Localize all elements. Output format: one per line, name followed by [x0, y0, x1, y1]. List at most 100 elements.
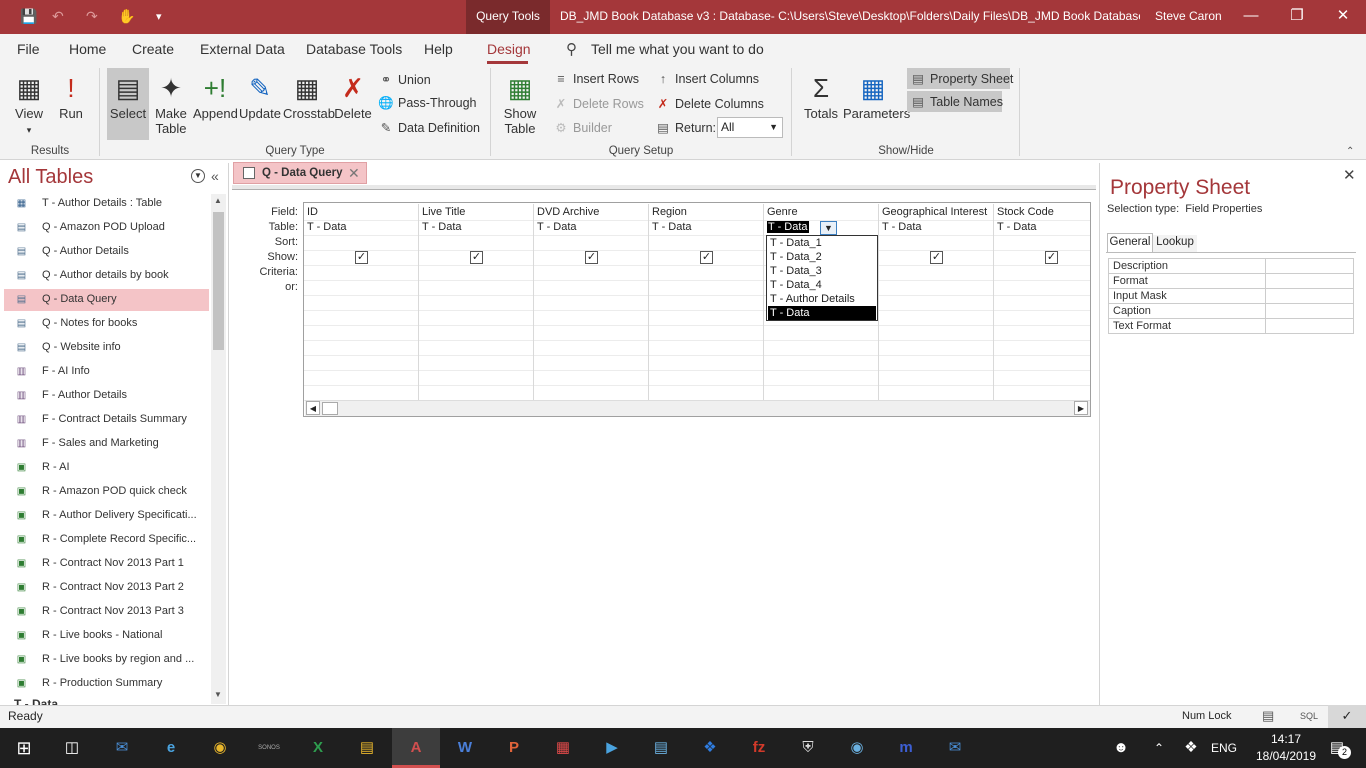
shutter-bar-close-icon[interactable]: «	[211, 168, 219, 184]
field-cell[interactable]: ID	[307, 206, 418, 218]
data-definition-button[interactable]: ✎ Data Definition	[378, 120, 480, 135]
access-taskbar-button[interactable]: A	[392, 728, 440, 768]
show-checkbox[interactable]: ✓	[1045, 251, 1058, 264]
datasheet-view-icon[interactable]: ▤	[1262, 708, 1274, 724]
crosstab-button[interactable]: ▦ Crosstab	[283, 70, 335, 121]
table-cell[interactable]: T - Data	[652, 221, 692, 233]
acrobat-taskbar-button[interactable]: ▦	[539, 728, 587, 768]
nav-item[interactable]: ▥ F - Sales and Marketing	[4, 433, 209, 455]
delete-rows-button[interactable]: ✗ Delete Rows	[553, 96, 644, 111]
grid-horizontal-scrollbar[interactable]: ◀ ▶	[305, 400, 1090, 416]
tab-external-data[interactable]: External Data	[200, 41, 285, 57]
nav-item[interactable]: ▣ R - Contract Nov 2013 Part 3	[4, 601, 209, 623]
dropdown-option[interactable]: T - Data_2	[768, 250, 876, 264]
tab-database-tools[interactable]: Database Tools	[306, 41, 402, 57]
nav-item[interactable]: ▤ Q - Notes for books	[4, 313, 209, 335]
table-cell[interactable]: T - Data	[997, 221, 1037, 233]
dropbox-taskbar-button[interactable]: ❖	[686, 728, 734, 768]
select-button[interactable]: ▤ Select	[107, 68, 149, 140]
dropdown-option[interactable]: T - Data	[768, 306, 876, 320]
show-checkbox[interactable]: ✓	[700, 251, 713, 264]
restore-button[interactable]: ❐	[1274, 0, 1320, 32]
totals-button[interactable]: Σ Totals	[803, 70, 839, 121]
tab-file[interactable]: File	[17, 41, 40, 57]
crest-taskbar-button[interactable]: ⛨	[784, 728, 832, 768]
table-dropdown-button[interactable]: ▼	[820, 221, 837, 235]
show-table-button[interactable]: ▦ Show Table	[500, 70, 540, 136]
property-row[interactable]: Input Mask	[1108, 289, 1354, 304]
filezilla-taskbar-button[interactable]: fz	[735, 728, 783, 768]
show-checkbox[interactable]: ✓	[355, 251, 368, 264]
nav-item[interactable]: ▣ R - Contract Nov 2013 Part 2	[4, 577, 209, 599]
delete-button[interactable]: ✗ Delete	[333, 70, 373, 121]
field-cell[interactable]: DVD Archive	[537, 206, 648, 218]
table-names-button[interactable]: ▤ Table Names	[907, 91, 1003, 112]
table-cell[interactable]: T - Data	[307, 221, 347, 233]
nav-item[interactable]: ▣ R - Contract Nov 2013 Part 1	[4, 553, 209, 575]
media-taskbar-button[interactable]: ▶	[588, 728, 636, 768]
word-taskbar-button[interactable]: W	[441, 728, 489, 768]
task-view-button[interactable]: ◫	[48, 728, 96, 768]
dropdown-option[interactable]: T - Data_1	[768, 236, 876, 250]
tab-design[interactable]: Design	[487, 41, 531, 57]
property-row[interactable]: Text Format	[1108, 319, 1354, 334]
dropdown-option[interactable]: T - Data_3	[768, 264, 876, 278]
pass-through-button[interactable]: 🌐 Pass-Through	[378, 96, 476, 111]
nav-item[interactable]: ▣ R - Amazon POD quick check	[4, 481, 209, 503]
close-property-sheet-icon[interactable]: ✕	[1343, 166, 1356, 184]
table-cell[interactable]: T - Data	[422, 221, 462, 233]
nav-scrollbar[interactable]: ▲ ▼	[211, 194, 226, 704]
save-icon[interactable]: 💾	[20, 8, 37, 25]
sql-view-button[interactable]: SQL	[1300, 711, 1318, 721]
powerpoint-taskbar-button[interactable]: P	[490, 728, 538, 768]
tab-help[interactable]: Help	[424, 41, 453, 57]
nav-item[interactable]: ▤ Q - Author Details	[4, 241, 209, 263]
grid-scroll-thumb[interactable]	[322, 402, 338, 415]
people-button[interactable]: ☻	[1106, 728, 1136, 768]
field-cell[interactable]: Geographical Interest	[882, 206, 993, 218]
excel-taskbar-button[interactable]: X	[294, 728, 342, 768]
nav-menu-chevron-icon[interactable]: ▼	[191, 169, 205, 183]
scroll-right-icon[interactable]: ▶	[1074, 401, 1088, 415]
edge-taskbar-button[interactable]: e	[147, 728, 195, 768]
close-window-button[interactable]: ✕	[1320, 0, 1366, 32]
update-button[interactable]: ✎ Update	[238, 70, 282, 121]
tell-me-input[interactable]: Tell me what you want to do	[591, 41, 764, 57]
insert-columns-button[interactable]: ↑ Insert Columns	[655, 72, 759, 86]
user-name[interactable]: Steve Caron	[1155, 0, 1222, 32]
scroll-left-icon[interactable]: ◀	[306, 401, 320, 415]
tab-lookup[interactable]: Lookup	[1153, 235, 1197, 252]
nav-item[interactable]: ▥ F - Contract Details Summary	[4, 409, 209, 431]
chrome-taskbar-button[interactable]: ◉	[196, 728, 244, 768]
nav-item[interactable]: ▣ R - Live books - National	[4, 625, 209, 647]
touch-mode-icon[interactable]: ✋	[118, 8, 135, 25]
tab-general[interactable]: General	[1107, 233, 1153, 252]
clock-date[interactable]: 18/04/2019	[1250, 749, 1322, 763]
outlook-taskbar-button[interactable]: ✉	[98, 728, 146, 768]
show-checkbox[interactable]: ✓	[470, 251, 483, 264]
start-button[interactable]: ⊞	[0, 728, 48, 768]
nav-item[interactable]: ▥ F - AI Info	[4, 361, 209, 383]
show-hidden-icons-button[interactable]: ⌃	[1146, 728, 1172, 768]
dropbox-tray-button[interactable]: ❖	[1178, 728, 1204, 768]
field-cell[interactable]: Genre	[767, 206, 878, 218]
field-cell[interactable]: Stock Code	[997, 206, 1108, 218]
tab-home[interactable]: Home	[69, 41, 106, 57]
nav-item[interactable]: ▣ R - Complete Record Specific...	[4, 529, 209, 551]
nav-item[interactable]: ▣ R - Live books by region and ...	[4, 649, 209, 671]
dropdown-option[interactable]: T - Author Details	[768, 292, 876, 306]
show-checkbox[interactable]: ✓	[930, 251, 943, 264]
union-button[interactable]: ⚭ Union	[378, 72, 431, 87]
table-cell[interactable]: T - Data	[537, 221, 577, 233]
property-sheet-button[interactable]: ▤ Property Sheet	[907, 68, 1013, 89]
nav-item[interactable]: ▤ Q - Data Query	[4, 289, 209, 311]
return-select[interactable]: All ▼	[717, 117, 783, 138]
nav-item[interactable]: ▣ R - AI	[4, 457, 209, 479]
builder-button[interactable]: ⚙ Builder	[553, 120, 612, 135]
nav-item[interactable]: ▣ R - Production Summary	[4, 673, 209, 695]
parameters-button[interactable]: ▦ Parameters	[843, 70, 910, 121]
tab-create[interactable]: Create	[132, 41, 174, 57]
clock-time[interactable]: 14:17	[1258, 732, 1314, 746]
nav-scroll-thumb[interactable]	[213, 212, 224, 350]
nav-item[interactable]: ▥ F - Author Details	[4, 385, 209, 407]
